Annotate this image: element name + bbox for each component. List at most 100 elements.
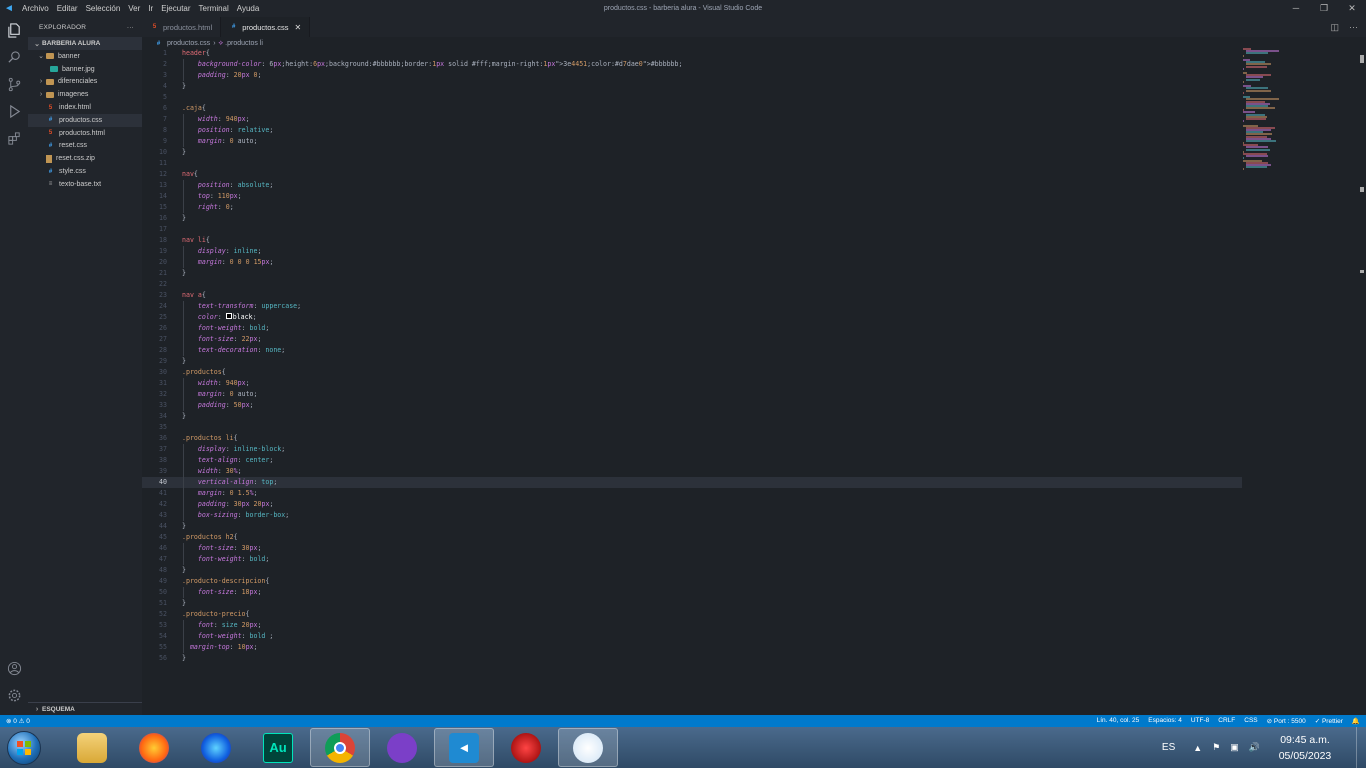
code-line[interactable]: 37 display: inline-block; [142,444,1242,455]
file-item-imagenes[interactable]: › imagenes [28,88,142,101]
code-line[interactable]: 2 background-color: 6px;height:6px;backg… [142,59,1242,70]
code-line[interactable]: 19 display: inline; [142,246,1242,257]
taskbar-app-mask-button[interactable] [372,728,432,767]
tab-productos-html[interactable]: 5 productos.html [142,17,222,37]
code-line[interactable]: 41 margin: 0 1.5%; [142,488,1242,499]
breadcrumb-file[interactable]: productos.css [167,40,210,47]
file-item-diferenciales[interactable]: › diferenciales [28,76,142,89]
code-line[interactable]: 17 [142,224,1242,235]
prettier-status[interactable]: ✓ Prettier [1315,717,1343,725]
code-line[interactable]: 8 position: relative; [142,125,1242,136]
close-tab-icon[interactable]: ✕ [294,23,301,32]
code-line[interactable]: 16} [142,213,1242,224]
live-server-port[interactable]: ⊘ Port : 5500 [1267,717,1306,725]
indentation[interactable]: Espacios: 4 [1148,717,1182,725]
more-actions-icon[interactable]: ··· [1349,22,1358,32]
file-item-style-css[interactable]: # style.css [28,165,142,178]
code-line[interactable]: 20 margin: 0 0 0 15px; [142,257,1242,268]
code-line[interactable]: 48} [142,565,1242,576]
tab-productos-css[interactable]: # productos.css ✕ [221,17,311,37]
code-line[interactable]: 6 .caja{ [142,103,1242,114]
restore-icon[interactable]: ❐ [1310,0,1338,17]
language-mode[interactable]: CSS [1244,717,1257,725]
action-center-icon[interactable]: ⚑ [1212,742,1220,753]
code-line[interactable]: 34} [142,411,1242,422]
menu-item-archivo[interactable]: Archivo [18,0,53,17]
code-line[interactable]: 31 width: 940px; [142,378,1242,389]
more-actions-icon[interactable]: ··· [127,24,134,31]
taskbar-chrome-button[interactable] [310,728,370,767]
code-line[interactable]: 24 text-transform: uppercase; [142,301,1242,312]
code-line[interactable]: 46 font-size: 30px; [142,543,1242,554]
code-line[interactable]: 40 vertical-align: top; [142,477,1242,488]
code-line[interactable]: 14 top: 110px; [142,191,1242,202]
file-item-texto-base-txt[interactable]: ≡ texto-base.txt [28,178,142,191]
cursor-position[interactable]: Lín. 40, col. 25 [1097,717,1140,725]
taskbar-vscode-button[interactable]: ◄ [434,728,494,767]
code-line[interactable]: 5 [142,92,1242,103]
code-line[interactable]: 47 font-weight: bold; [142,554,1242,565]
code-line[interactable]: 36 .productos li{ [142,433,1242,444]
code-line[interactable]: 39 width: 30%; [142,466,1242,477]
clock[interactable]: 09:45 a.m. 05/05/2023 [1270,732,1340,764]
settings-gear-icon[interactable] [0,682,28,709]
file-item-productos-html[interactable]: 5 productos.html [28,127,142,140]
encoding[interactable]: UTF-8 [1191,717,1209,725]
code-line[interactable]: 21} [142,268,1242,279]
code-line[interactable]: 23 nav a{ [142,290,1242,301]
code-line[interactable]: 55 margin-top: 10px; [142,642,1242,653]
code-line[interactable]: 3 padding: 20px 0; [142,70,1242,81]
close-icon[interactable]: ✕ [1338,0,1366,17]
split-editor-icon[interactable]: ◫ [1330,22,1339,33]
code-line[interactable]: 43 box-sizing: border-box; [142,510,1242,521]
code-line[interactable]: 9 margin: 0 auto; [142,136,1242,147]
taskbar-paint-button[interactable] [558,728,618,767]
account-icon[interactable] [0,655,28,682]
file-item-banner-jpg[interactable]: banner.jpg [28,63,142,76]
code-line[interactable]: 13 position: absolute; [142,180,1242,191]
menu-item-ejecutar[interactable]: Ejecutar [157,0,194,17]
taskbar-firefox-button[interactable] [124,728,184,767]
code-line[interactable]: 52 .producto-precio{ [142,609,1242,620]
breadcrumb-symbol[interactable]: .productos li [225,40,263,47]
menu-item-ayuda[interactable]: Ayuda [233,0,264,17]
outline-section[interactable]: › ESQUEMA [28,702,142,715]
taskbar-audition-button[interactable]: Au [248,728,308,767]
notifications-bell-icon[interactable]: 🔔 [1352,717,1360,725]
code-line[interactable]: 30 .productos{ [142,367,1242,378]
end-of-line[interactable]: CRLF [1218,717,1235,725]
code-line[interactable]: 1 header{ [142,48,1242,59]
code-line[interactable]: 35 [142,422,1242,433]
workspace-folder[interactable]: ⌄ BARBERIA ALURA [28,37,142,50]
tray-expand-icon[interactable]: ▲ [1193,743,1202,753]
file-item-banner[interactable]: ⌄ banner [28,50,142,63]
code-line[interactable]: 33 padding: 50px; [142,400,1242,411]
run-debug-icon[interactable] [0,98,28,125]
code-line[interactable]: 18 nav li{ [142,235,1242,246]
code-line[interactable]: 7 width: 940px; [142,114,1242,125]
code-line[interactable]: 12 nav{ [142,169,1242,180]
file-item-reset-css[interactable]: # reset.css [28,140,142,153]
menu-item-ir[interactable]: Ir [144,0,157,17]
code-editor[interactable]: 1 header{2 background-color: 6px;height:6… [142,48,1242,715]
code-line[interactable]: 10} [142,147,1242,158]
file-item-index-html[interactable]: 5 index.html [28,101,142,114]
menu-item-terminal[interactable]: Terminal [195,0,233,17]
source-control-icon[interactable] [0,71,28,98]
code-line[interactable]: 56} [142,653,1242,664]
file-item-reset-css-zip[interactable]: reset.css.zip [28,152,142,165]
start-button[interactable] [0,727,48,768]
extensions-icon[interactable] [0,125,28,152]
code-line[interactable]: 22 [142,279,1242,290]
code-line[interactable]: 29} [142,356,1242,367]
code-line[interactable]: 25 color: black; [142,312,1242,323]
minimap[interactable] [1243,48,1353,171]
network-icon[interactable]: ▣ [1230,742,1239,753]
code-line[interactable]: 11 [142,158,1242,169]
code-line[interactable]: 4} [142,81,1242,92]
menu-item-selección[interactable]: Selección [82,0,125,17]
code-line[interactable]: 51} [142,598,1242,609]
code-line[interactable]: 15 right: 0; [142,202,1242,213]
code-line[interactable]: 53 font: size 20px; [142,620,1242,631]
minimize-icon[interactable]: ─ [1282,0,1310,17]
